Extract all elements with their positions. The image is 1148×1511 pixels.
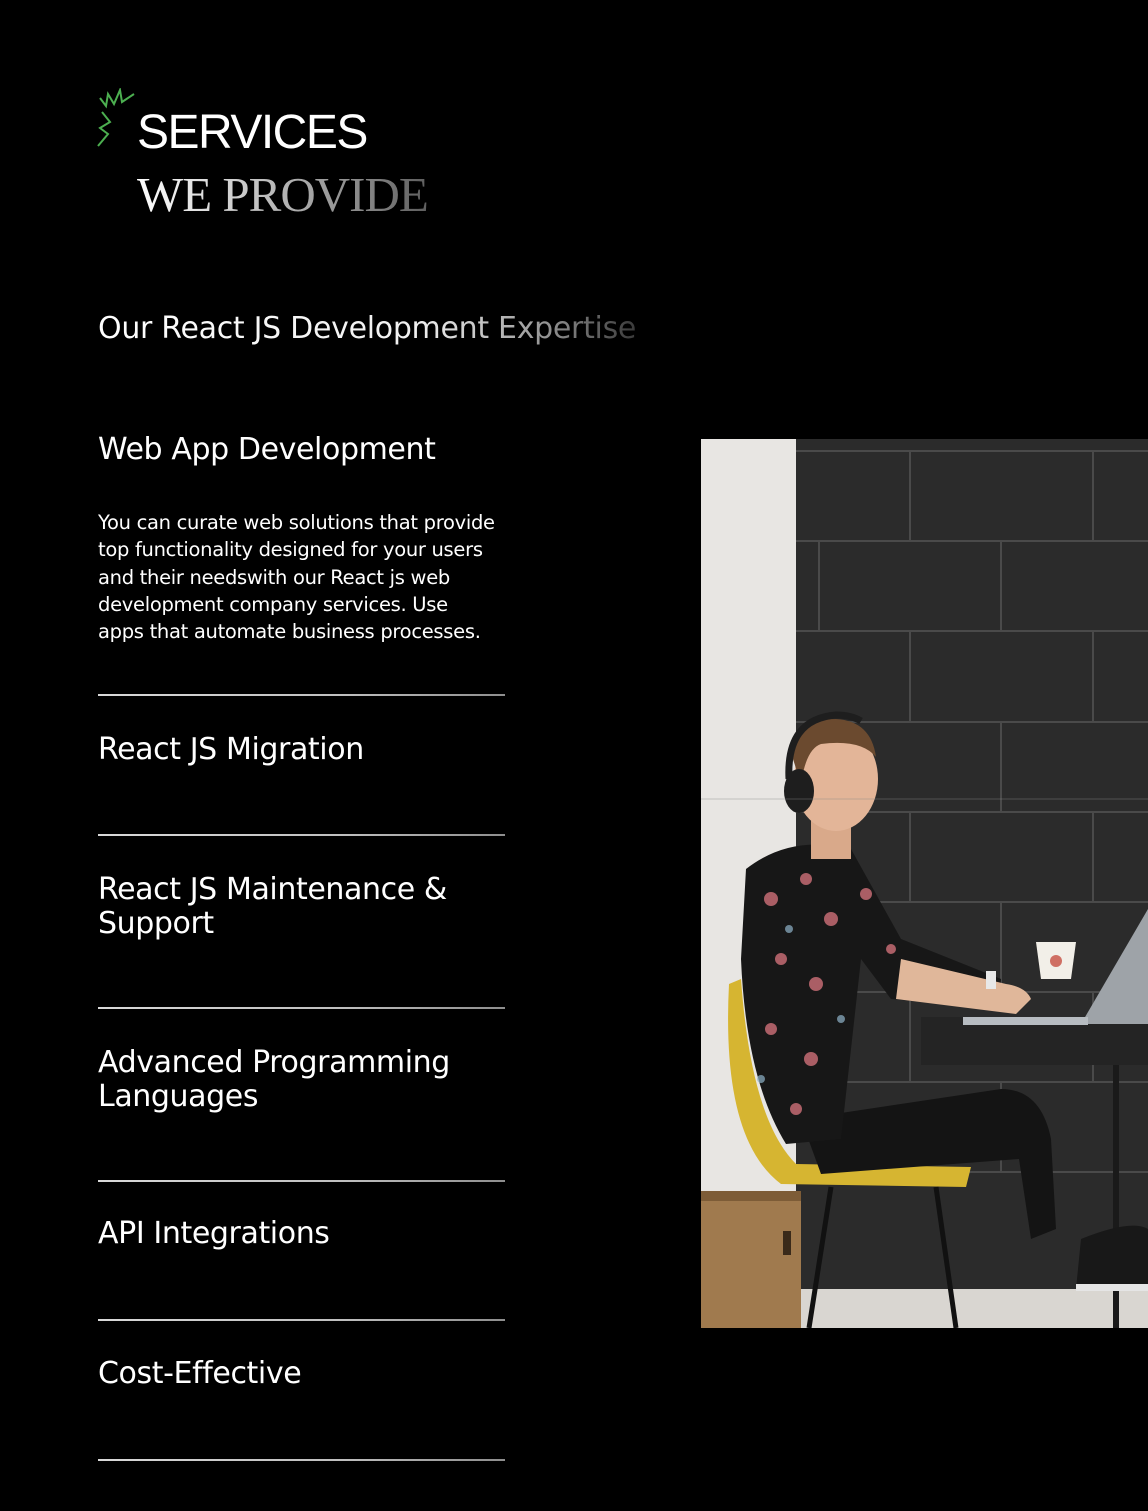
service-title[interactable]: API Integrations — [98, 1217, 505, 1251]
service-title[interactable]: Cost-Effective — [98, 1357, 505, 1391]
service-title[interactable]: React JS Migration — [98, 733, 505, 767]
expertise-heading: Our React JS Development Expertise — [98, 308, 636, 350]
service-title[interactable]: React JS Maintenance & Support — [98, 873, 505, 941]
section-title: SERVICES — [137, 106, 368, 159]
service-title[interactable]: Web App Development — [98, 433, 505, 467]
divider — [98, 694, 505, 696]
divider — [98, 1180, 505, 1182]
service-description: You can curate web solutions that provid… — [98, 511, 495, 644]
service-title[interactable]: Advanced Programming Languages — [98, 1046, 505, 1114]
divider — [98, 1319, 505, 1321]
divider — [98, 834, 505, 836]
divider — [98, 1007, 505, 1009]
divider — [98, 1459, 505, 1461]
section-subtitle-serif: WE PROVIDE — [137, 167, 429, 222]
developer-photo — [701, 439, 1148, 1328]
spark-icon — [97, 88, 135, 147]
